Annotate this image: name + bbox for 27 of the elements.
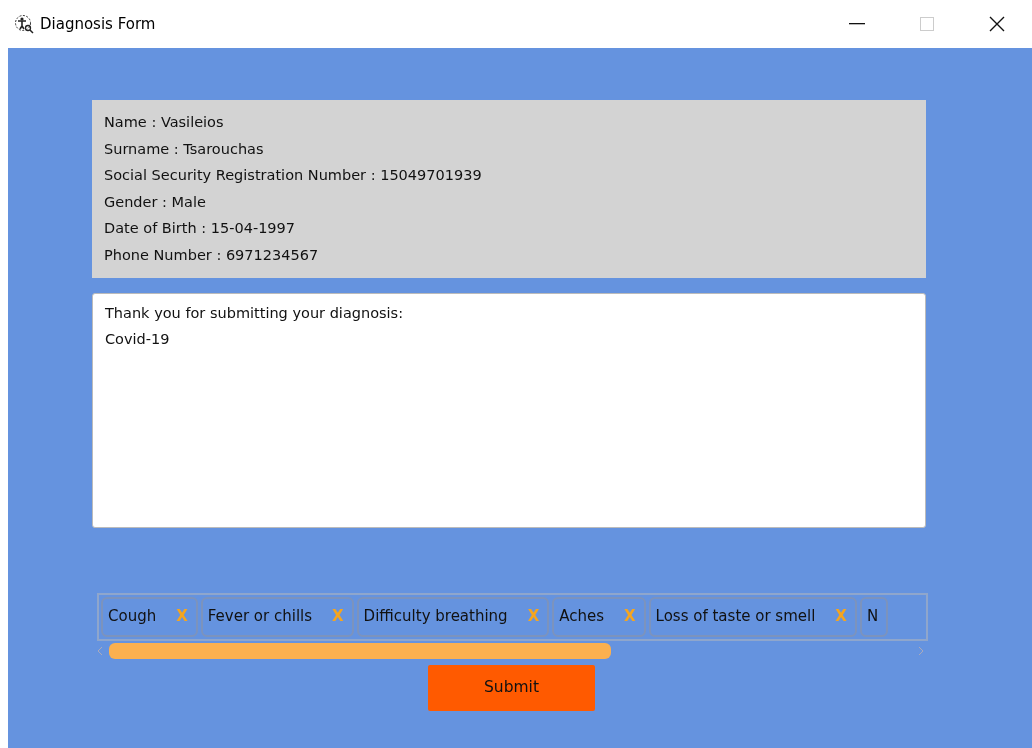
maximize-icon <box>920 17 934 31</box>
symptom-chip[interactable]: Difficulty breathing X <box>356 596 550 637</box>
symptom-chip[interactable]: N <box>859 596 889 637</box>
message-box[interactable]: Thank you for submitting your diagnosis: Covid-19 <box>92 292 926 528</box>
info-line: Surname : Tsarouchas <box>104 139 265 159</box>
info-line: Phone Number : 6971234567 <box>104 245 320 265</box>
info-line: Gender : Male <box>104 192 207 212</box>
chip-label: Aches <box>559 606 604 628</box>
close-icon <box>989 16 1005 32</box>
chip-label: Loss of taste or smell <box>655 606 816 628</box>
app-icon <box>14 14 34 34</box>
symptom-chip[interactable]: Cough X <box>101 596 198 637</box>
scroll-left-icon[interactable] <box>97 645 103 656</box>
info-line: Date of Birth : 15-04-1997 <box>104 219 297 239</box>
chip-label: Cough <box>108 606 157 628</box>
chip-label: N <box>866 606 879 628</box>
submit-button[interactable]: Submit <box>428 664 595 711</box>
window-title: Diagnosis Form <box>40 13 156 35</box>
chip-label: Fever or chills <box>207 606 313 628</box>
info-line: Name : Vasileios <box>104 113 225 132</box>
symptom-chip[interactable]: Aches X <box>552 596 646 637</box>
symptom-chip[interactable]: Fever or chills X <box>200 596 354 637</box>
chip-label: Difficulty breathing <box>363 606 508 628</box>
symptom-chip[interactable]: Loss of taste or smell X <box>648 596 857 637</box>
info-line: Social Security Registration Number : 15049701939 <box>104 166 483 186</box>
minimize-icon <box>849 23 865 25</box>
scroll-right-icon[interactable] <box>918 645 924 656</box>
